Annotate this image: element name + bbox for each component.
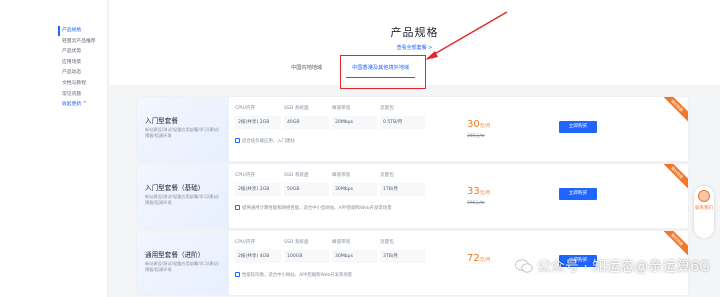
col-bandwidth: 峰值带宽	[332, 173, 351, 178]
price-unit: 元/月	[479, 191, 491, 196]
promo-ribbon-label: 限时特惠	[662, 231, 688, 257]
col-cpu: CPU/内存	[235, 173, 256, 178]
active-indicator	[58, 26, 60, 36]
plan-name: 入门型套餐	[145, 117, 178, 125]
plan-card-header: 入门型套餐（基础） 新站建设/测试/轻量应用部署/学习/建站/博客/搭建环境	[137, 164, 229, 228]
promo-ribbon-label: 限时特惠	[662, 164, 688, 190]
orig-price: 288元/年	[467, 133, 485, 138]
plan-desc: 新站建设/测试/轻量应用部署/学习/建站/博客/搭建环境	[145, 127, 220, 138]
contact-us-label: 联系我们	[695, 206, 713, 211]
plan-note-text: 提供通用计算性能和网络性能，适合中小型网站、APP后端和Web开发等场景	[242, 206, 392, 211]
agent-avatar-icon	[698, 190, 710, 202]
plan-desc: 新站建设/测试/轻量应用部署/学习/建站/博客/搭建环境	[145, 261, 220, 272]
plan-note: 提供通用计算性能和网络性能，适合中小型网站、APP后端和Web开发等场景	[235, 205, 392, 211]
spec-disk: 40GB	[284, 116, 329, 129]
price-value: 33	[467, 186, 480, 197]
plan-note-text: 性能较均衡，适合中小网站、APP后端和Web开发等场景	[242, 273, 353, 278]
plan-card-header: 通用型套餐（进阶） 新站建设/测试/轻量应用部署/学习/建站/博客/搭建环境	[137, 231, 229, 295]
orig-price: 396元/年	[467, 200, 485, 205]
left-sidebar: 产品规格 轻量云产品推荐 产品优势 应用场景 产品动态 文档与教程 常见问题 收…	[0, 0, 108, 297]
sidebar-item-recommend[interactable]: 轻量云产品推荐	[62, 37, 96, 48]
plan-card: 入门型套餐（基础） 新站建设/测试/轻量应用部署/学习/建站/博客/搭建环境 C…	[137, 164, 688, 228]
watermark: 公众号 · 知运态@亲运算6G	[515, 256, 710, 276]
col-traffic: 流量包	[380, 106, 394, 111]
spec-bandwidth: 30Mbps	[332, 250, 377, 263]
spec-traffic: 3TB/月	[380, 250, 425, 263]
main-content: 产品规格 查看全部套餐 > 中国内地地域 中国香港及其他境外地域 入门型套餐 新…	[109, 0, 720, 297]
annotation-arrow-icon	[425, 11, 508, 60]
spec-cpu: 2核(共享) 2GB	[235, 183, 281, 196]
promo-ribbon: 限时特惠	[662, 164, 688, 190]
wechat-icon	[515, 259, 533, 273]
sidebar-item-advantages[interactable]: 产品优势	[62, 47, 96, 58]
plan-note: 性能较均衡，适合中小网站、APP后端和Web开发等场景	[235, 272, 352, 278]
contact-us-widget[interactable]: 联系我们	[694, 186, 714, 238]
spec-bandwidth: 20Mbps	[332, 116, 377, 129]
col-disk: SSD 系统盘	[284, 173, 309, 178]
spec-bandwidth: 30Mbps	[332, 183, 377, 196]
promo-ribbon: 限时特惠	[662, 231, 688, 257]
plan-price: 30元/月	[467, 119, 490, 130]
promo-ribbon-label: 限时特惠	[662, 97, 688, 123]
col-bandwidth: 峰值带宽	[332, 106, 351, 111]
spec-cpu: 2核(共享) 4GB	[235, 250, 281, 263]
buy-button[interactable]: 立即购买	[559, 188, 597, 200]
spec-traffic: 1TB/月	[380, 183, 425, 196]
check-icon	[235, 138, 240, 143]
sidebar-item-docs[interactable]: 文档与教程	[62, 79, 96, 90]
col-cpu: CPU/内存	[235, 106, 256, 111]
price-unit: 元/月	[479, 258, 491, 263]
sidebar-list: 产品规格 轻量云产品推荐 产品优势 应用场景 产品动态 文档与教程 常见问题 收…	[62, 26, 96, 111]
check-icon	[235, 205, 240, 210]
plan-card-header: 入门型套餐 新站建设/测试/轻量应用部署/学习/建站/博客/搭建环境	[137, 97, 229, 161]
sidebar-item-specs[interactable]: 产品规格	[62, 26, 96, 37]
col-traffic: 流量包	[380, 173, 394, 178]
plan-card: 入门型套餐 新站建设/测试/轻量应用部署/学习/建站/博客/搭建环境 CPU/内…	[137, 97, 688, 161]
col-disk: SSD 系统盘	[284, 106, 309, 111]
plan-price: 72元/月	[467, 253, 490, 264]
buy-button[interactable]: 立即购买	[559, 121, 597, 133]
spec-disk: 100GB	[284, 250, 329, 263]
plan-name: 入门型套餐（基础）	[145, 184, 205, 192]
col-traffic: 流量包	[380, 240, 394, 245]
sidebar-collapse-link[interactable]: 收起更新 ^	[62, 100, 96, 111]
sidebar-item-scenarios[interactable]: 应用场景	[62, 58, 96, 69]
watermark-text: 公众号 · 知运态@亲运算6G	[536, 259, 710, 275]
plan-name: 通用型套餐（进阶）	[145, 251, 205, 259]
spec-disk: 50GB	[284, 183, 329, 196]
price-unit: 元/月	[479, 124, 491, 129]
price-value: 30	[467, 119, 480, 130]
plan-note: 适合低负载应用、入门建站	[235, 138, 295, 144]
plan-desc: 新站建设/测试/轻量应用部署/学习/建站/博客/搭建环境	[145, 194, 220, 205]
col-bandwidth: 峰值带宽	[332, 240, 351, 245]
price-value: 72	[467, 253, 480, 264]
spec-cpu: 2核(共享) 2GB	[235, 116, 281, 129]
col-cpu: CPU/内存	[235, 240, 256, 245]
sidebar-item-news[interactable]: 产品动态	[62, 68, 96, 79]
sidebar-item-faq[interactable]: 常见问题	[62, 90, 96, 101]
plan-price: 33元/月	[467, 186, 490, 197]
spec-traffic: 0.5TB/月	[380, 116, 425, 129]
check-icon	[235, 272, 240, 277]
promo-ribbon: 限时特惠	[662, 97, 688, 123]
col-disk: SSD 系统盘	[284, 240, 309, 245]
plan-note-text: 适合低负载应用、入门建站	[242, 139, 295, 144]
